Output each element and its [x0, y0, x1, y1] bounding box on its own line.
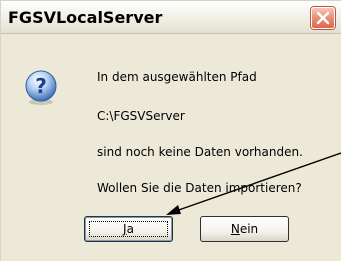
message-line-4: Wollen Sie die Daten importieren? — [97, 181, 302, 195]
yes-button-label: Ja — [123, 222, 134, 236]
title-bar[interactable]: FGSVLocalServer — [1, 1, 341, 34]
message-line-path: C:\FGSVServer — [97, 109, 185, 123]
message-line-3: sind noch keine Daten vorhanden. — [97, 145, 303, 159]
message-line-1: In dem ausgewählten Pfad — [97, 70, 257, 84]
yes-button[interactable]: Ja — [84, 216, 173, 242]
no-button[interactable]: Nein — [200, 216, 289, 242]
close-button[interactable] — [311, 7, 335, 29]
svg-text:?: ? — [35, 74, 47, 98]
dialog-window: FGSVLocalServer ? In dem ausgewählten Pf… — [0, 0, 341, 261]
question-icon: ? — [25, 70, 57, 105]
close-icon — [316, 11, 330, 25]
no-button-label: Nein — [230, 222, 259, 236]
window-title: FGSVLocalServer — [8, 8, 163, 27]
